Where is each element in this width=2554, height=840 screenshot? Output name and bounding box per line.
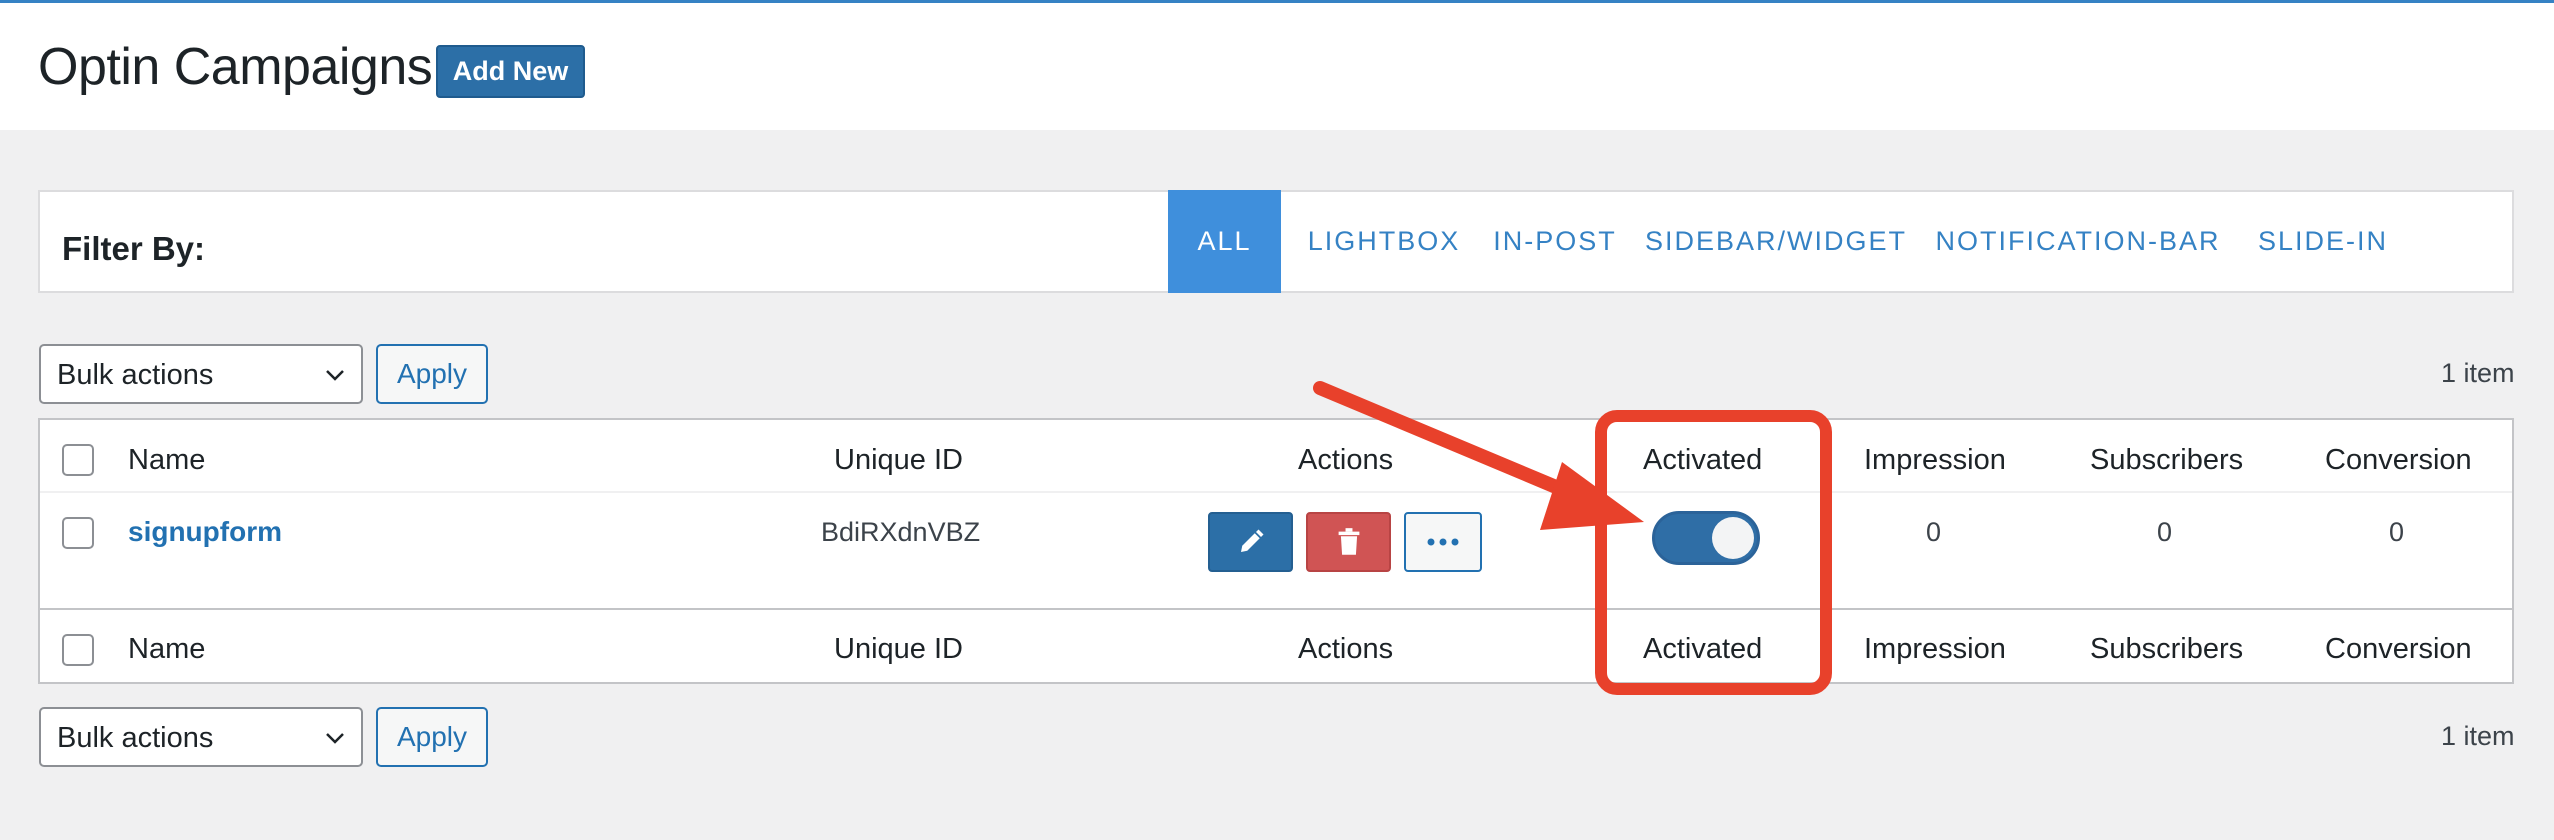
footer-divider [40, 608, 2512, 610]
campaigns-table: Name Unique ID Actions Activated Impress… [38, 418, 2514, 684]
filter-tab-lightbox[interactable]: LIGHTBOX [1302, 190, 1466, 293]
impression-cell: 0 [1926, 517, 1942, 547]
bulk-actions-value: Bulk actions [57, 359, 214, 391]
campaign-name-link[interactable]: signupform [128, 516, 282, 548]
column-footer-impression: Impression [1864, 633, 2006, 665]
filter-bar: Filter By: ALL LIGHTBOX IN-POST SIDEBAR/… [38, 190, 2514, 293]
select-all-checkbox-footer[interactable] [62, 634, 94, 666]
bulk-actions-select-bottom[interactable]: Bulk actions [39, 707, 363, 767]
conversion-cell: 0 [2389, 517, 2405, 547]
chevron-down-icon [326, 370, 344, 381]
add-new-button[interactable]: Add New [436, 45, 585, 98]
item-count-top: 1 item [2441, 358, 2515, 388]
column-header-unique-id: Unique ID [834, 444, 963, 476]
bulk-actions-select-top[interactable]: Bulk actions [39, 344, 363, 404]
column-header-name[interactable]: Name [128, 444, 205, 477]
page-title: Optin Campaigns [38, 38, 433, 96]
header-divider [40, 491, 2512, 493]
column-footer-conversion: Conversion [2325, 633, 2472, 665]
column-footer-subscribers: Subscribers [2090, 633, 2244, 665]
filter-tab-sidebar-widget[interactable]: SIDEBAR/WIDGET [1644, 190, 1908, 293]
column-footer-actions: Actions [1298, 633, 1394, 665]
page-header: Optin Campaigns Add New [0, 3, 2554, 130]
apply-button-bottom[interactable]: Apply [376, 707, 488, 767]
column-header-subscribers: Subscribers [2090, 444, 2244, 476]
pencil-icon [1240, 529, 1263, 552]
unique-id-cell: BdiRXdnVBZ [821, 517, 981, 547]
annotation-highlight-box [1595, 410, 1832, 695]
column-header-conversion: Conversion [2325, 444, 2472, 476]
filter-tab-slide-in[interactable]: SLIDE-IN [2248, 190, 2398, 293]
row-checkbox[interactable] [62, 517, 94, 549]
filter-tab-in-post[interactable]: IN-POST [1488, 190, 1622, 293]
select-all-checkbox[interactable] [62, 444, 94, 476]
column-header-actions: Actions [1298, 444, 1394, 476]
filter-label: Filter By: [62, 230, 206, 267]
subscribers-cell: 0 [2157, 517, 2173, 547]
ellipsis-icon [1427, 538, 1459, 546]
column-footer-unique-id: Unique ID [834, 633, 963, 665]
chevron-down-icon [326, 733, 344, 744]
column-header-impression: Impression [1864, 444, 2006, 476]
more-actions-button[interactable] [1404, 512, 1482, 572]
trash-icon [1338, 528, 1359, 555]
item-count-bottom: 1 item [2441, 721, 2515, 751]
edit-button[interactable] [1208, 512, 1293, 572]
delete-button[interactable] [1306, 512, 1391, 572]
bulk-actions-value: Bulk actions [57, 722, 214, 754]
filter-tab-notification-bar[interactable]: NOTIFICATION-BAR [1930, 190, 2226, 293]
apply-button-top[interactable]: Apply [376, 344, 488, 404]
filter-tab-all[interactable]: ALL [1168, 190, 1281, 293]
column-footer-name[interactable]: Name [128, 633, 205, 666]
